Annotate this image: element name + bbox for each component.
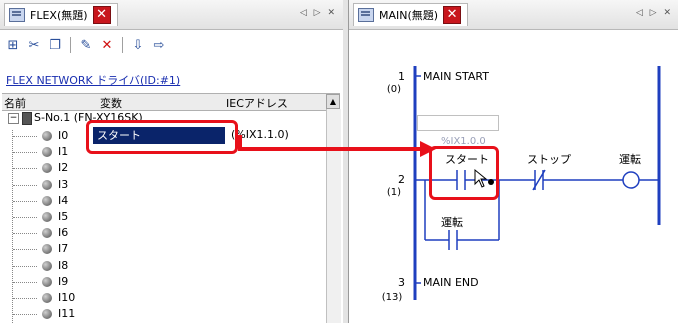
tab-close-icon[interactable]: ✕: [443, 6, 462, 24]
tree-branch-line: [13, 136, 37, 137]
window-icon: [9, 8, 25, 22]
io-point-icon: [42, 244, 52, 255]
io-row-label: I4: [58, 193, 69, 207]
ladder-editor-pane: MAIN(無題) ✕ ◁ ▷ ✕ 1 (0) MAIN START 2 (1) …: [348, 0, 678, 323]
edit-icon[interactable]: ✎: [77, 36, 95, 54]
io-row-label: I11: [58, 307, 76, 321]
io-row[interactable]: I8: [2, 258, 324, 274]
tab-main[interactable]: MAIN(無題) ✕: [353, 3, 469, 26]
io-point-icon: [42, 228, 52, 239]
device-icon: [22, 112, 32, 125]
left-tab-bar: FLEX(無題) ✕ ◁ ▷ ✕: [0, 0, 343, 30]
toolbar-separator: [70, 37, 71, 53]
io-point-icon: [42, 195, 52, 206]
tree-branch-line: [13, 200, 37, 202]
tree-branch-line: [13, 298, 37, 299]
rung-1-label[interactable]: MAIN START: [423, 70, 489, 83]
vertical-scrollbar[interactable]: [326, 109, 341, 323]
tree-branch-line: [13, 265, 37, 267]
io-point-icon: [42, 309, 52, 320]
rung-3-number: 3: [398, 276, 405, 289]
tab-nav-controls[interactable]: ◁ ▷ ✕: [300, 8, 337, 18]
rung-2-step: (1): [386, 187, 402, 198]
column-header-variable[interactable]: 変数: [100, 95, 122, 111]
rung-comment-box[interactable]: [417, 115, 499, 131]
io-row-label: I2: [58, 161, 69, 175]
io-row-label: I6: [58, 226, 69, 240]
io-row[interactable]: I2: [2, 160, 324, 176]
io-row[interactable]: I3: [2, 177, 324, 193]
export-icon[interactable]: ⇨: [150, 36, 168, 54]
tab-close-icon[interactable]: ✕: [92, 6, 111, 24]
tree-branch-line: [13, 217, 37, 218]
tab-flex-title: FLEX(無題): [30, 9, 88, 22]
window-icon: [358, 8, 374, 22]
io-row[interactable]: I6: [2, 225, 324, 241]
io-row[interactable]: I10: [2, 290, 324, 306]
io-row-label: I9: [58, 274, 69, 288]
coil-run-label[interactable]: 運転: [619, 151, 641, 167]
io-point-icon: [42, 179, 52, 190]
scroll-up-arrow[interactable]: ▲: [326, 94, 340, 109]
right-tab-bar: MAIN(無題) ✕ ◁ ▷ ✕: [349, 0, 678, 30]
tab-flex[interactable]: FLEX(無題) ✕: [4, 3, 118, 26]
add-tag-icon[interactable]: ⊞: [4, 36, 22, 54]
column-header-name[interactable]: 名前: [4, 95, 26, 111]
tree-branch-line: [13, 249, 37, 251]
tree-branch-line: [13, 184, 37, 186]
io-point-icon: [42, 163, 52, 174]
variable-toolbar: ⊞ ✂ ❐ ✎ ✕ ⇩ ⇨: [4, 34, 168, 56]
tab-nav-controls[interactable]: ◁ ▷ ✕: [636, 8, 673, 18]
rung-1-step: (0): [386, 84, 402, 95]
variable-editor-pane: FLEX(無題) ✕ ◁ ▷ ✕ ⊞ ✂ ❐ ✎ ✕ ⇩ ⇨ FLEX NETW…: [0, 0, 344, 323]
io-row-label: I8: [58, 258, 69, 272]
import-icon[interactable]: ⇩: [129, 36, 147, 54]
io-row[interactable]: I11: [2, 306, 324, 322]
io-row-label: I0: [58, 129, 69, 142]
contact-stop-label[interactable]: ストップ: [527, 151, 571, 167]
rung-3-label[interactable]: MAIN END: [423, 276, 479, 289]
io-row[interactable]: I9: [2, 274, 324, 290]
io-row[interactable]: I5: [2, 209, 324, 225]
tree-branch-line: [13, 233, 37, 235]
io-row-label: I1: [58, 145, 69, 159]
io-row[interactable]: I4: [2, 193, 324, 209]
io-row-label: I5: [58, 210, 69, 223]
rung-1-number: 1: [398, 70, 405, 83]
cut-icon[interactable]: ✂: [25, 36, 43, 54]
io-row[interactable]: I7: [2, 241, 324, 257]
io-point-icon: [42, 147, 52, 158]
io-point-icon: [42, 131, 52, 141]
copy-icon[interactable]: ❐: [46, 36, 64, 54]
delete-icon[interactable]: ✕: [98, 36, 116, 54]
tree-branch-line: [13, 281, 37, 283]
io-point-icon: [42, 260, 52, 271]
highlight-drop-box: [429, 146, 499, 200]
grid-header: 名前 変数 IECアドレス: [2, 93, 340, 111]
ladder-canvas[interactable]: 1 (0) MAIN START 2 (1) %IX1.0.0 スタート ストッ…: [349, 30, 678, 323]
tree-branch-line: [13, 168, 37, 170]
io-row-label: I7: [58, 242, 69, 256]
io-point-icon: [42, 212, 52, 222]
network-driver-link[interactable]: FLEX NETWORK ドライバ(ID:#1): [6, 72, 180, 88]
iec-address-cell: (%IX1.1.0): [231, 128, 289, 141]
tab-main-title: MAIN(無題): [379, 9, 439, 22]
coil-run: [622, 171, 640, 189]
io-point-icon: [42, 276, 52, 287]
rung-2-number: 2: [398, 173, 405, 186]
rung-3-step: (13): [381, 292, 403, 303]
toolbar-separator: [122, 37, 123, 53]
tree-expander[interactable]: −: [8, 113, 19, 124]
highlight-variable-box: [86, 120, 238, 154]
tree-branch-line: [13, 314, 37, 316]
column-header-iec[interactable]: IECアドレス: [226, 95, 288, 111]
contact-run-label[interactable]: 運転: [441, 214, 463, 230]
io-row-label: I10: [58, 291, 76, 304]
io-row-label: I3: [58, 177, 69, 191]
tree-branch-line: [13, 152, 37, 154]
io-point-icon: [42, 293, 52, 303]
